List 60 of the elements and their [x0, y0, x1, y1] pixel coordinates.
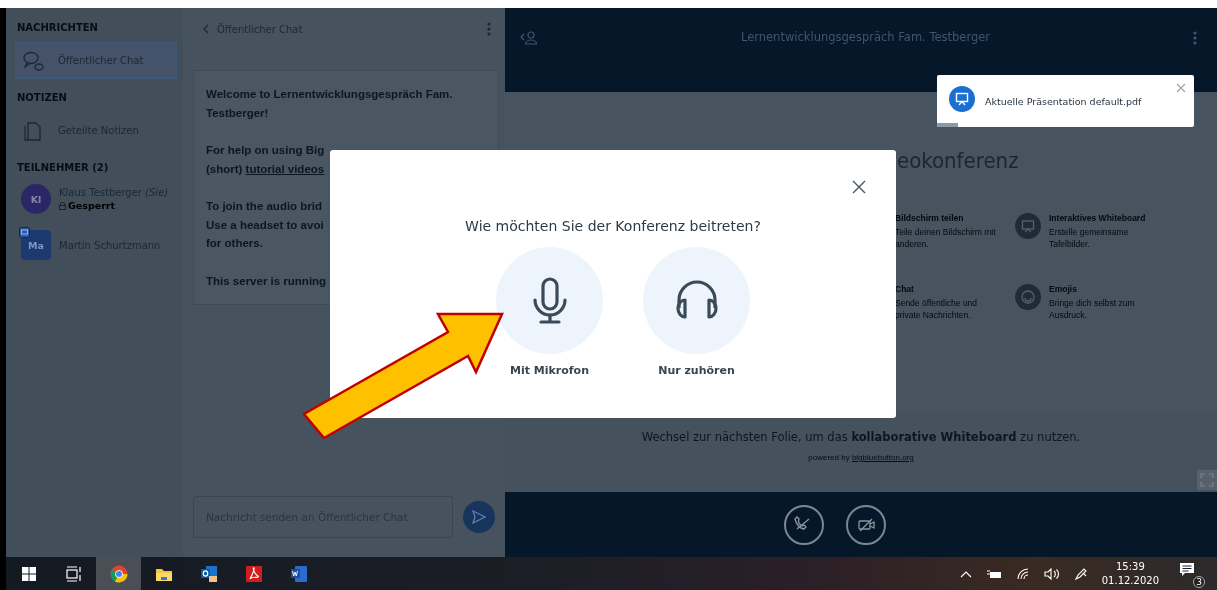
whiteboard-icon	[1015, 213, 1041, 239]
option-label[interactable]: Mit Mikrofon	[510, 364, 589, 377]
task-view-icon	[63, 563, 84, 584]
pdf-app-icon	[243, 563, 264, 584]
message-text: For help on using Big	[206, 143, 325, 158]
feature-title: Chat	[895, 284, 915, 294]
browser-button[interactable]	[96, 557, 141, 590]
message-text: To join the audio brid	[206, 199, 323, 214]
message-text: Welcome to Lernentwicklungsgespräch Fam.	[206, 87, 453, 102]
power-plug-icon[interactable]	[985, 568, 1002, 579]
user-status: Gesperrt	[68, 200, 116, 211]
document-app-icon	[288, 563, 309, 584]
option-label[interactable]: Nur zuhören	[658, 364, 735, 377]
section-heading: NACHRICHTEN	[17, 22, 99, 33]
feature-title: Interaktives Whiteboard	[1049, 213, 1147, 223]
phone-off-button[interactable]	[784, 504, 824, 545]
message-text: (short)	[206, 162, 244, 175]
user-avatar[interactable]: Kl	[21, 184, 51, 214]
tutorial-link[interactable]: tutorial videos	[245, 162, 325, 175]
send-button[interactable]	[463, 501, 495, 533]
message-text: for others.	[206, 236, 263, 251]
message-text: This server is running	[206, 273, 327, 289]
user-list-toggle-icon[interactable]	[520, 30, 538, 46]
lock-icon	[59, 201, 66, 210]
toast-message: Aktuelle Präsentation default.pdf	[985, 95, 1142, 107]
feature-description: Bringe dich selbst zum Ausdruck.	[1049, 297, 1136, 321]
feature-description: Erstelle gemeinsame Tafelbilder.	[1049, 226, 1130, 250]
user-avatar[interactable]: Ma	[21, 230, 51, 260]
wifi-icon[interactable]	[1015, 567, 1030, 580]
feature-title: Emojis	[1049, 284, 1078, 294]
close-icon[interactable]	[852, 180, 866, 194]
section-heading: NOTIZEN	[17, 92, 68, 103]
meeting-title: Lernentwicklungsgespräch Fam. Testberger	[739, 30, 992, 44]
clock[interactable]: 15:39 01.12.2020	[1101, 559, 1159, 588]
chevron-left-icon	[203, 24, 209, 34]
send-icon	[472, 510, 486, 524]
smiley-icon	[1015, 284, 1041, 310]
presenter-badge-icon	[19, 227, 30, 238]
dialog-title: Wie möchten Sie der Konferenz beitreten?	[465, 218, 761, 234]
slide-caption: Wechsel zur nächsten Folie, um das kollaborative Whiteboard zu nutzen.	[641, 430, 1081, 444]
feature-description: Sende öffentliche und private Nachrichten.	[895, 297, 979, 321]
pen-icon[interactable]	[1073, 566, 1088, 581]
speaker-icon[interactable]	[1043, 567, 1060, 580]
powered-by-text: powered by	[808, 453, 851, 462]
clock-date: 01.12.2020	[1101, 573, 1159, 588]
clock-time: 15:39	[1114, 559, 1146, 574]
section-heading: TEILNEHMER (2)	[17, 162, 110, 173]
camera-off-button[interactable]	[846, 504, 886, 545]
chat-bubbles-icon	[22, 49, 46, 72]
presentation-icon	[949, 86, 975, 112]
notifications-icon[interactable]	[1179, 561, 1195, 578]
feature-description: Teile deinen Bildschirm mit anderen.	[895, 226, 997, 250]
message-text: Use a headset to avoi	[206, 217, 324, 233]
browser-icon	[108, 563, 129, 584]
feature-title: Bildschirm teilen	[895, 213, 965, 223]
website-link[interactable]: bigbluebutton.org	[851, 453, 914, 462]
chevron-up-icon[interactable]	[959, 569, 972, 578]
mail-app-icon	[198, 563, 219, 584]
message-text: Testberger!	[206, 105, 269, 121]
notification-count: 3	[1193, 575, 1205, 588]
